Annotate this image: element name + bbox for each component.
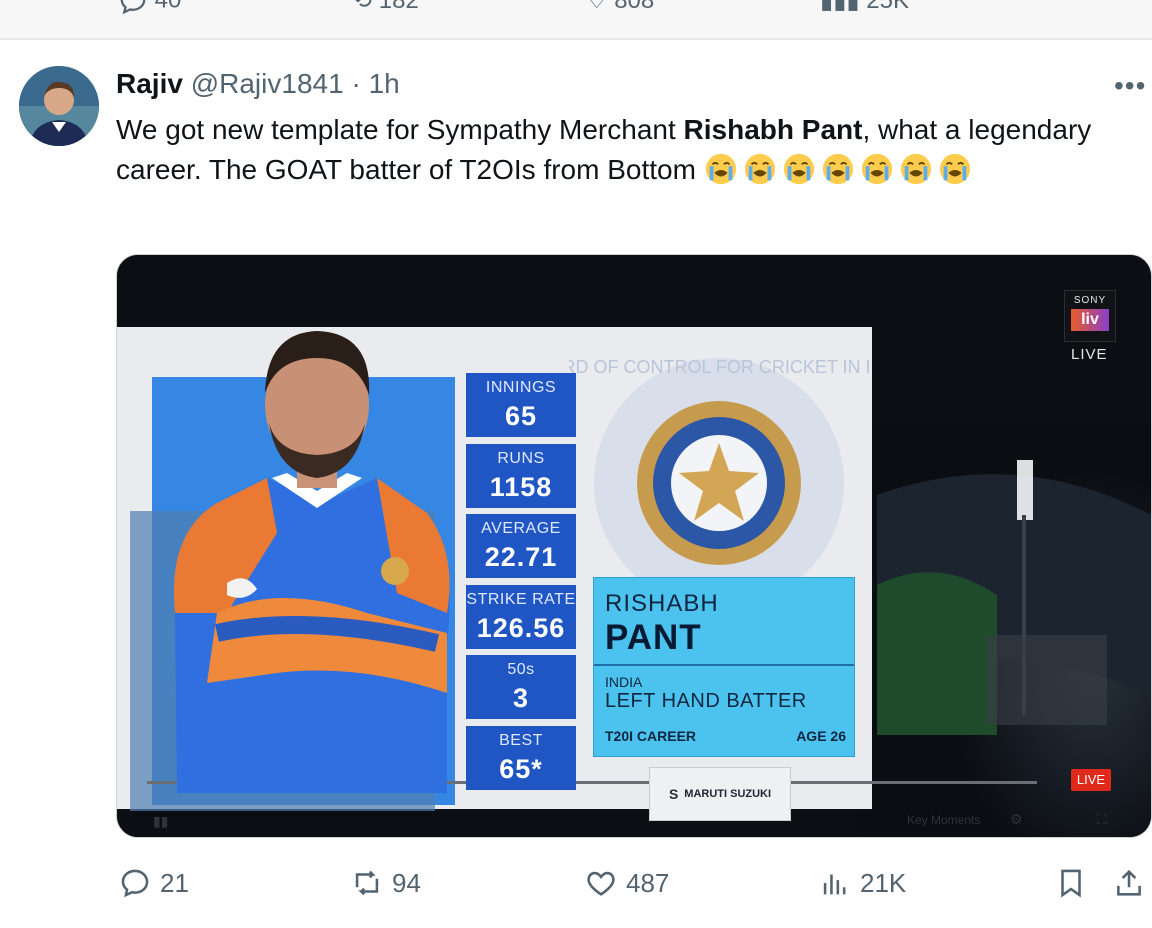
stat-label: INNINGS bbox=[485, 379, 557, 396]
bar-chart-icon: ▮▮▮ bbox=[820, 0, 860, 14]
post-header: Rajiv @Rajiv1841 · 1h bbox=[116, 68, 400, 100]
play-icon[interactable]: ▮▮ bbox=[153, 813, 168, 830]
previous-post-actions: 40 ⟲ 182 ♡ 808 ▮▮▮ 25K bbox=[0, 0, 1152, 16]
player-photo bbox=[173, 331, 450, 793]
player-last-name: PANT bbox=[605, 618, 702, 657]
prev-reply-count: 40 bbox=[155, 0, 182, 13]
prev-like-count: 808 bbox=[614, 0, 655, 14]
loudly-crying-face-icon bbox=[744, 153, 775, 185]
emoji-group bbox=[704, 153, 977, 185]
post[interactable]: Rajiv @Rajiv1841 · 1h ••• We got new tem… bbox=[0, 40, 1152, 928]
broadcaster-top-text: SONY bbox=[1073, 295, 1107, 306]
player-country: INDIA bbox=[605, 674, 643, 690]
fullscreen-icon[interactable]: ⛶ bbox=[1097, 811, 1107, 828]
stat-box: 50s 3 bbox=[466, 655, 576, 719]
loudly-crying-face-icon bbox=[705, 153, 736, 185]
avatar-image bbox=[19, 66, 99, 146]
timestamp[interactable]: 1h bbox=[369, 68, 400, 99]
repost-icon bbox=[355, 870, 379, 896]
loudly-crying-face-icon bbox=[861, 153, 892, 185]
loudly-crying-face-icon bbox=[939, 153, 970, 185]
author-handle[interactable]: @Rajiv1841 bbox=[191, 68, 344, 99]
stat-value: 126.56 bbox=[476, 612, 566, 643]
liv-logo: liv bbox=[1071, 309, 1109, 331]
name-panel-divider bbox=[594, 664, 854, 666]
separator: · bbox=[351, 68, 361, 99]
player-age: AGE 26 bbox=[796, 728, 846, 744]
stat-value: 22.71 bbox=[484, 542, 558, 572]
player-name-panel: RISHABH PANT INDIA LEFT HAND BATTER T20I… bbox=[593, 577, 855, 757]
repost-action[interactable]: 94 bbox=[350, 866, 421, 900]
reply-action[interactable]: 21 bbox=[118, 866, 189, 900]
post-text-part1: We got new template for Sympathy Merchan… bbox=[116, 114, 684, 145]
live-text: LIVE bbox=[1071, 346, 1108, 363]
settings-icon[interactable]: ⚙ bbox=[1010, 811, 1023, 828]
stat-label: AVERAGE bbox=[481, 520, 561, 537]
share-action[interactable] bbox=[1112, 866, 1146, 900]
stat-value: 65* bbox=[499, 753, 543, 784]
repost-count: 94 bbox=[392, 867, 421, 898]
like-action[interactable]: 487 bbox=[584, 866, 669, 900]
player-controls[interactable]: ▮▮ Key Moments ⚙ ⛶ bbox=[117, 807, 1151, 837]
suzuki-logo-icon: S bbox=[668, 786, 679, 802]
reply-count: 21 bbox=[160, 867, 189, 898]
views-count: 21K bbox=[860, 867, 907, 898]
bookmark-icon bbox=[1061, 869, 1081, 898]
video-player[interactable]: BOARD OF CONTROL FOR CRICKET IN INDIA IN… bbox=[116, 254, 1152, 838]
like-count: 487 bbox=[626, 867, 670, 898]
prev-views-count: 25K bbox=[866, 0, 909, 14]
live-badge: LIVE bbox=[1071, 769, 1111, 791]
heart-icon bbox=[587, 871, 615, 896]
prev-like-action[interactable]: ♡ 808 bbox=[586, 0, 654, 15]
post-text-bold[interactable]: Rishabh Pant bbox=[684, 114, 863, 145]
stat-value: 1158 bbox=[489, 471, 553, 502]
reply-icon bbox=[120, 0, 146, 15]
author-name[interactable]: Rajiv bbox=[116, 68, 183, 99]
stat-value: 65 bbox=[504, 401, 538, 431]
views-icon bbox=[823, 874, 846, 895]
prev-repost-count: 182 bbox=[378, 0, 419, 14]
more-options-icon[interactable]: ••• bbox=[1114, 70, 1146, 102]
repost-icon: ⟲ bbox=[352, 0, 373, 14]
prev-repost-action[interactable]: ⟲ 182 bbox=[352, 0, 419, 15]
stat-box: STRIKE RATE 126.56 bbox=[466, 584, 576, 649]
player-first-name: RISHABH bbox=[605, 590, 719, 617]
stat-value: 3 bbox=[512, 683, 530, 713]
bookmark-action[interactable] bbox=[1054, 866, 1088, 900]
reply-icon bbox=[121, 869, 149, 898]
emblem-text: BOARD OF CONTROL FOR CRICKET IN INDIA bbox=[569, 357, 869, 377]
stat-box: BEST 65* bbox=[466, 725, 576, 790]
player-role: LEFT HAND BATTER bbox=[605, 690, 807, 712]
post-text: We got new template for Sympathy Merchan… bbox=[116, 110, 1116, 190]
stat-box: AVERAGE 22.71 bbox=[466, 514, 576, 578]
heart-icon: ♡ bbox=[586, 0, 608, 14]
loudly-crying-face-icon bbox=[900, 153, 931, 185]
key-moments-label[interactable]: Key Moments bbox=[907, 813, 980, 827]
sponsor-name: MARUTI SUZUKI bbox=[684, 788, 772, 800]
avatar[interactable] bbox=[19, 66, 99, 146]
broadcaster-logo: SONY liv bbox=[1064, 290, 1116, 342]
post-actions: 21 94 487 21K bbox=[0, 860, 1152, 910]
loudly-crying-face-icon bbox=[783, 153, 814, 185]
stat-label: STRIKE RATE bbox=[466, 590, 576, 608]
share-icon bbox=[1117, 869, 1141, 896]
stat-box: RUNS 1158 bbox=[466, 443, 576, 508]
stat-box: INNINGS 65 bbox=[466, 373, 576, 437]
prev-views-action[interactable]: ▮▮▮ 25K bbox=[820, 0, 909, 15]
loudly-crying-face-icon bbox=[822, 153, 853, 185]
views-action[interactable]: 21K bbox=[818, 866, 906, 900]
stat-label: 50s bbox=[507, 661, 535, 678]
prev-reply-action[interactable]: 40 bbox=[118, 0, 181, 16]
stat-label: BEST bbox=[499, 731, 543, 749]
stat-label: RUNS bbox=[497, 449, 545, 467]
player-format: T20I CAREER bbox=[605, 728, 697, 744]
